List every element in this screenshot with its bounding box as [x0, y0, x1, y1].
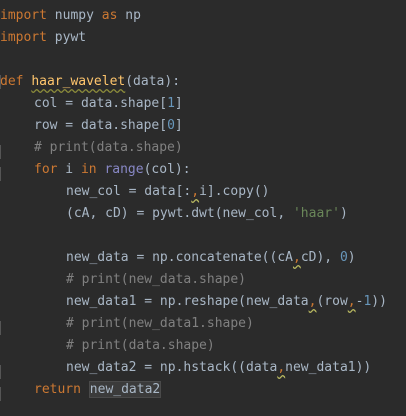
code-text: i [57, 162, 81, 177]
fold-marker-icon[interactable] [0, 75, 7, 89]
code-text: new_data = np.concatenate((cA [66, 250, 293, 265]
code-line-3[interactable]: def haar_wavelet(data): [0, 71, 180, 93]
code-line-10[interactable]: new_data = np.concatenate((cA,cD), 0) [66, 247, 356, 269]
code-line-16[interactable]: return new_data2 [34, 379, 162, 401]
code-text: i].copy() [199, 184, 270, 199]
fold-marker-icon[interactable] [0, 387, 7, 401]
builtin-function: range [104, 162, 144, 177]
comment: # print(new_data1.shape) [66, 316, 254, 331]
code-text: ) [347, 250, 356, 265]
code-text: (col): [143, 162, 191, 177]
keyword: import [0, 30, 47, 45]
code-line-9[interactable]: (cA, cD) = pywt.dwt(new_col, 'haar') [66, 203, 348, 225]
keyword: as [101, 8, 118, 23]
code-text: pywt [46, 30, 87, 45]
code-line-1[interactable]: import numpy as np [0, 5, 141, 27]
number-literal: 1 [167, 96, 175, 111]
code-text: numpy [46, 8, 102, 23]
code-text: new_data1 = np.reshape(new_data [66, 294, 309, 309]
highlighted-identifier: new_data2 [88, 381, 162, 398]
code-editor[interactable]: import numpy as np import pywt def haar_… [0, 0, 406, 416]
code-line-5[interactable]: row = data.shape[0] [34, 115, 183, 137]
number-literal: 0 [339, 250, 348, 265]
code-text: np [117, 8, 141, 23]
code-line-6[interactable]: # print(data.shape) [34, 137, 183, 159]
code-line-11[interactable]: # print(new_data.shape) [66, 269, 246, 291]
code-text: new_data1)) [285, 360, 372, 375]
fold-marker-icon[interactable] [0, 145, 7, 159]
code-text: (row [316, 294, 348, 309]
fold-marker-icon[interactable] [0, 167, 7, 181]
keyword: import [0, 8, 47, 23]
code-line-14[interactable]: # print(data.shape) [66, 335, 215, 357]
code-line-4[interactable]: col = data.shape[1] [34, 93, 183, 115]
code-text: (data): [125, 74, 181, 89]
comment: # print(data.shape) [34, 140, 183, 155]
string-literal: 'haar' [292, 206, 340, 221]
keyword: for [34, 162, 58, 177]
code-text: new_data2 = np.hstack((data [66, 360, 278, 375]
keyword: in [80, 162, 97, 177]
keyword: return [34, 382, 81, 397]
code-text: )) [371, 294, 387, 309]
code-line-13[interactable]: # print(new_data1.shape) [66, 313, 254, 335]
number-literal: 0 [167, 118, 175, 133]
comment: # print(new_data.shape) [66, 272, 247, 287]
code-text: (cA, cD) = pywt.dwt(new_col, [66, 206, 293, 221]
code-text: new_col = data[: [66, 184, 192, 199]
function-name: haar_wavelet [31, 74, 126, 89]
code-text: ] [174, 118, 183, 133]
fold-marker-icon[interactable] [0, 365, 7, 379]
code-text: col = data.shape[ [34, 96, 168, 111]
comment: # print(data.shape) [66, 338, 215, 353]
code-line-12[interactable]: new_data1 = np.reshape(new_data,(row,-1)… [66, 291, 387, 313]
code-text: row = data.shape[ [34, 118, 168, 133]
code-text: cD), [300, 250, 340, 265]
code-line-15[interactable]: new_data2 = np.hstack((data,new_data1)) [66, 357, 371, 379]
code-line-8[interactable]: new_col = data[:,i].copy() [66, 181, 270, 203]
separator: , [347, 294, 356, 309]
code-line-7[interactable]: for i in range(col): [34, 159, 191, 181]
separator: , [292, 250, 301, 265]
code-text: ) [339, 206, 348, 221]
separator: , [277, 360, 286, 375]
code-text: ] [174, 96, 183, 111]
separator: , [191, 184, 200, 199]
code-line-2[interactable]: import pywt [0, 27, 86, 49]
fold-marker-icon[interactable] [0, 321, 7, 335]
